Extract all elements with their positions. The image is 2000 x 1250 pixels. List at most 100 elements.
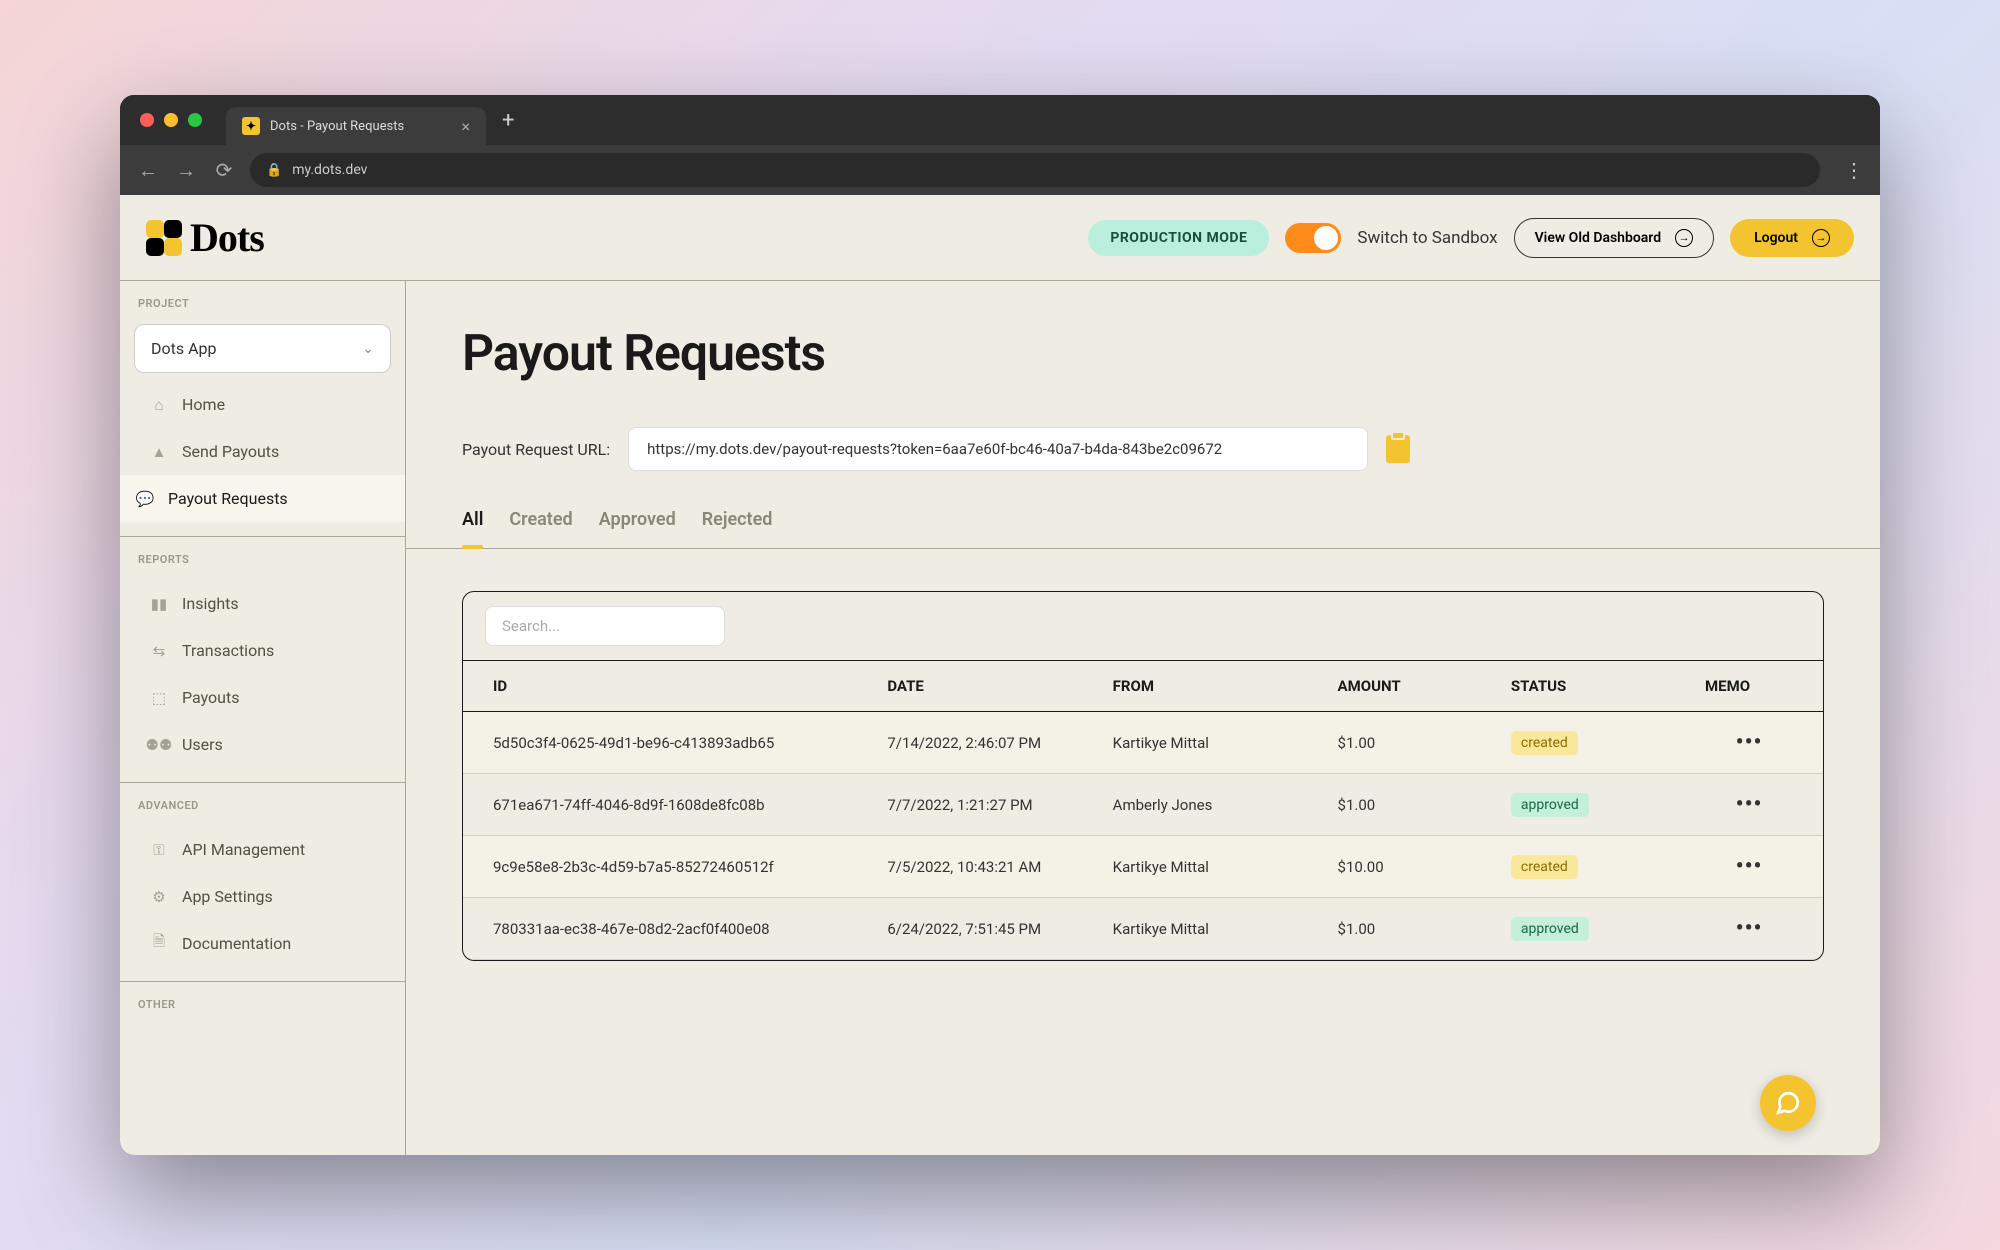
sidebar-item-documentation[interactable]: 🗎 Documentation [134,920,391,967]
sidebar-item-home[interactable]: ⌂ Home [134,381,391,428]
browser-window: ✦ Dots - Payout Requests × + ← → ⟳ 🔒 my.… [120,95,1880,1155]
sidebar-item-label: API Management [182,840,305,859]
cell-status: approved [1481,898,1675,960]
sidebar-item-api-management[interactable]: ⚿ API Management [134,826,391,873]
sidebar-section-project: PROJECT [134,297,391,310]
back-button[interactable]: ← [136,158,160,183]
minimize-window-button[interactable] [164,113,178,127]
sidebar-item-label: App Settings [182,887,273,906]
sidebar-item-insights[interactable]: ▮▮ Insights [134,580,391,627]
logout-label: Logout [1754,230,1798,246]
sidebar-item-payouts[interactable]: ⬚ Payouts [134,674,391,721]
tab-title: Dots - Payout Requests [270,119,451,134]
sidebar-item-transactions[interactable]: ⇆ Transactions [134,627,391,674]
cell-id: 9c9e58e8-2b3c-4d59-b7a5-85272460512f [463,836,857,898]
cell-amount: $10.00 [1308,836,1481,898]
sidebar-item-label: Home [182,395,225,414]
tab-all[interactable]: All [462,509,483,548]
table-row[interactable]: 780331aa-ec38-467e-08d2-2acf0f400e08 6/2… [463,898,1823,960]
filter-tabs: All Created Approved Rejected [406,509,1880,549]
chat-icon [1775,1090,1801,1116]
cell-amount: $1.00 [1308,712,1481,774]
main-content: Payout Requests Payout Request URL: All … [406,281,1880,1155]
row-actions-button[interactable]: ••• [1675,712,1823,774]
send-icon: ▲ [150,443,168,461]
sidebar-section-advanced: ADVANCED [134,799,391,812]
cell-amount: $1.00 [1308,898,1481,960]
arrow-right-icon: → [1675,229,1693,247]
payout-url-label: Payout Request URL: [462,440,610,459]
sidebar-section-reports: REPORTS [134,553,391,566]
sidebar-item-send-payouts[interactable]: ▲ Send Payouts [134,428,391,475]
col-status: STATUS [1481,661,1675,712]
arrow-right-icon: → [1812,229,1830,247]
payout-url-input[interactable] [628,427,1368,471]
sidebar-item-app-settings[interactable]: ⚙ App Settings [134,873,391,920]
close-window-button[interactable] [140,113,154,127]
doc-icon: 🗎 [150,935,168,953]
col-id: ID [463,661,857,712]
tab-rejected[interactable]: Rejected [702,509,773,548]
browser-tab[interactable]: ✦ Dots - Payout Requests × [226,107,486,145]
switch-sandbox-label: Switch to Sandbox [1357,228,1497,248]
close-tab-button[interactable]: × [461,117,470,136]
row-actions-button[interactable]: ••• [1675,836,1823,898]
app-header: Dots PRODUCTION MODE Switch to Sandbox V… [120,195,1880,281]
sidebar-item-label: Send Payouts [182,442,279,461]
col-amount: AMOUNT [1308,661,1481,712]
logo[interactable]: Dots [146,214,264,261]
users-icon: ⚉⚉ [150,736,168,754]
sidebar-item-label: Documentation [182,934,291,953]
environment-toggle[interactable] [1285,223,1341,253]
chevron-down-icon: ⌄ [362,341,374,357]
page-title: Payout Requests [462,325,1824,383]
maximize-window-button[interactable] [188,113,202,127]
cell-from: Amberly Jones [1083,774,1308,836]
cell-date: 7/5/2022, 10:43:21 AM [857,836,1082,898]
home-icon: ⌂ [150,396,168,414]
chat-icon: 💬 [136,490,154,508]
payout-icon: ⬚ [150,689,168,707]
address-bar[interactable]: 🔒 my.dots.dev [250,153,1820,187]
requests-table: ID DATE FROM AMOUNT STATUS MEMO 5d50c3f4… [463,661,1823,960]
new-tab-button[interactable]: + [502,108,514,133]
reload-button[interactable]: ⟳ [212,158,236,182]
row-actions-button[interactable]: ••• [1675,898,1823,960]
cell-id: 780331aa-ec38-467e-08d2-2acf0f400e08 [463,898,857,960]
sidebar-item-label: Users [182,735,223,754]
refresh-icon: ⇆ [150,642,168,660]
search-input[interactable] [485,606,725,646]
cell-date: 7/14/2022, 2:46:07 PM [857,712,1082,774]
forward-button[interactable]: → [174,158,198,183]
logout-button[interactable]: Logout → [1730,219,1854,257]
favicon-icon: ✦ [242,117,260,135]
col-memo: MEMO [1675,661,1823,712]
payout-url-row: Payout Request URL: [462,427,1824,471]
project-selector[interactable]: Dots App ⌄ [134,324,391,373]
tab-created[interactable]: Created [509,509,572,548]
view-old-dashboard-button[interactable]: View Old Dashboard → [1514,218,1715,258]
table-row[interactable]: 9c9e58e8-2b3c-4d59-b7a5-85272460512f 7/5… [463,836,1823,898]
row-actions-button[interactable]: ••• [1675,774,1823,836]
chat-widget-button[interactable] [1760,1075,1816,1131]
sidebar-item-label: Insights [182,594,239,613]
sidebar-item-users[interactable]: ⚉⚉ Users [134,721,391,768]
browser-menu-button[interactable]: ⋮ [1844,158,1864,182]
table-row[interactable]: 5d50c3f4-0625-49d1-be96-c413893adb65 7/1… [463,712,1823,774]
logo-icon [146,220,182,256]
col-date: DATE [857,661,1082,712]
cell-from: Kartikye Mittal [1083,836,1308,898]
cell-status: created [1481,712,1675,774]
copy-url-button[interactable] [1386,435,1410,463]
address-bar-row: ← → ⟳ 🔒 my.dots.dev ⋮ [120,145,1880,195]
production-mode-badge: PRODUCTION MODE [1088,220,1269,256]
table-row[interactable]: 671ea671-74ff-4046-8d9f-1608de8fc08b 7/7… [463,774,1823,836]
chart-icon: ▮▮ [150,595,168,613]
sidebar-item-payout-requests[interactable]: 💬 Payout Requests [120,475,406,522]
cell-id: 5d50c3f4-0625-49d1-be96-c413893adb65 [463,712,857,774]
sidebar: PROJECT Dots App ⌄ ⌂ Home ▲ Send Payouts [120,281,406,1155]
app-body: PROJECT Dots App ⌄ ⌂ Home ▲ Send Payouts [120,281,1880,1155]
app-root: Dots PRODUCTION MODE Switch to Sandbox V… [120,195,1880,1155]
cell-from: Kartikye Mittal [1083,898,1308,960]
tab-approved[interactable]: Approved [599,509,676,548]
